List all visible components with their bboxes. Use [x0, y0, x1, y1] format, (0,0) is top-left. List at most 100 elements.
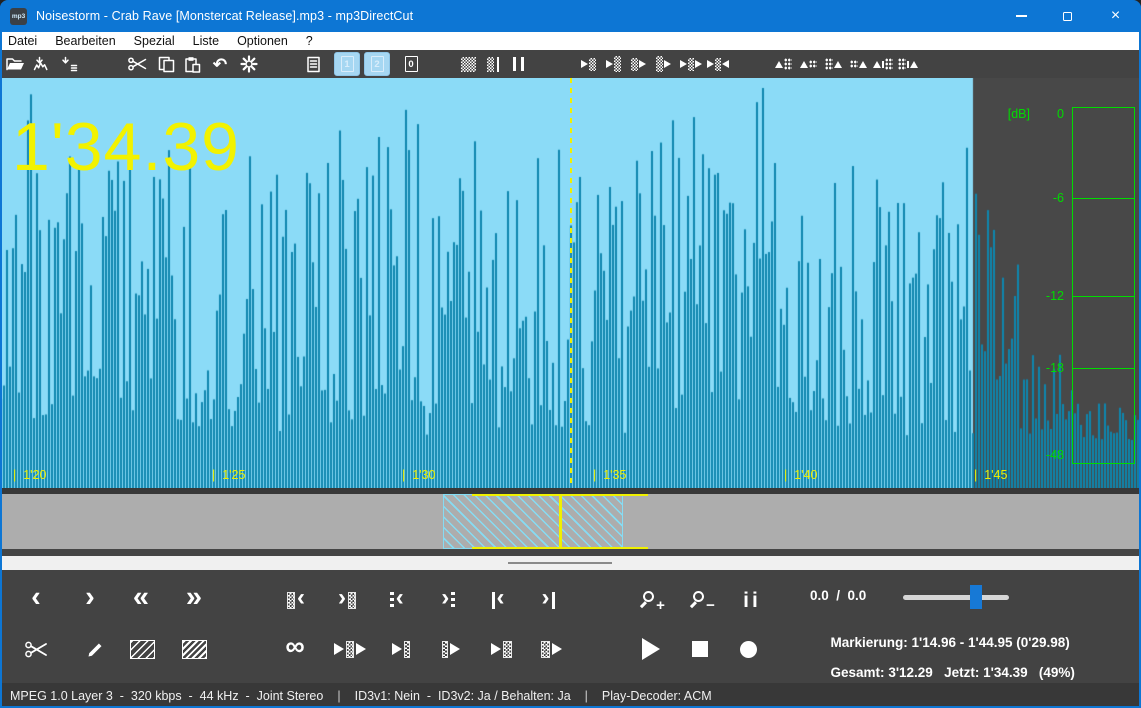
record-button[interactable]	[731, 632, 765, 666]
seek-forward-icon: »	[185, 580, 203, 613]
toolbar-move-selection-left-button[interactable]	[678, 52, 704, 76]
toolbar-undo-button[interactable]: ↶	[207, 52, 233, 76]
move-selection-right-icon	[707, 57, 729, 71]
fade-out-end-icon	[849, 60, 867, 68]
ruler-label-1m45: | 1'45	[974, 468, 1008, 482]
zoom-out-button[interactable]: −	[687, 583, 721, 617]
navigator-position-cursor[interactable]	[559, 494, 562, 549]
toolbar-cut-out-step-right-button[interactable]	[650, 52, 676, 76]
part-2-icon: 2	[370, 56, 384, 72]
toolbar-cut-out-step-left-button[interactable]	[625, 52, 651, 76]
toolbar-part-1-button[interactable]: 1	[334, 52, 360, 76]
app-icon: mp3	[10, 7, 27, 25]
marker-label: Markierung:	[830, 635, 908, 650]
loop-play-button[interactable]: ∞	[278, 632, 312, 666]
toolbar-level-view-coarse-button[interactable]	[480, 52, 506, 76]
step-back-button[interactable]: ‹	[19, 582, 53, 617]
toolbar-cut-in-step-right-button[interactable]	[600, 52, 626, 76]
playback-cursor	[570, 78, 572, 488]
file-properties-icon	[305, 56, 322, 73]
save-complete-audio-icon	[33, 56, 51, 72]
ruler-label-1m35: | 1'35	[593, 468, 627, 482]
file-navigator[interactable]	[0, 494, 1141, 549]
toolbar-fade-out-end-button[interactable]	[845, 52, 871, 76]
zoom-in-button[interactable]: +	[637, 583, 671, 617]
goto-cut-out-button[interactable]: ›	[330, 583, 364, 617]
toolbar-id3-tag-button[interactable]: 0	[398, 52, 424, 76]
play-from-cut-button[interactable]	[434, 632, 468, 666]
goto-end-icon: ›	[542, 586, 555, 612]
seek-forward-button[interactable]: »	[177, 580, 211, 617]
vu-meter-button[interactable]: ii	[735, 583, 769, 617]
waveform-area[interactable]: 1'34.39 | 1'20 | 1'25 | 1'30 | 1'35 | 1'40 | …	[0, 78, 1141, 488]
seek-back-button[interactable]: «	[124, 582, 158, 617]
toolbar-fade-in-end-button[interactable]	[795, 52, 821, 76]
toolbar-cut-button[interactable]	[124, 52, 150, 76]
db-unit-label: [dB]	[1007, 107, 1030, 121]
mark-cut-in-button[interactable]	[125, 632, 159, 666]
toolbar-level-view-fine-button[interactable]	[455, 52, 481, 76]
toolbar-move-selection-right-button[interactable]	[705, 52, 731, 76]
save-split-icon	[60, 56, 78, 72]
pause-detection-icon	[512, 57, 524, 71]
toolbar-gain-decrease-button[interactable]	[870, 52, 896, 76]
mark-cut-in-icon	[129, 639, 155, 659]
goto-start-button[interactable]: ‹	[481, 583, 515, 617]
next-pause-button[interactable]: ›	[431, 583, 465, 617]
current-time-display: 1'34.39	[12, 109, 240, 185]
edit-id3-button[interactable]	[78, 632, 112, 666]
cut-in-step-right-icon	[605, 56, 621, 72]
menu-item-bearbeiten[interactable]: Bearbeiten	[46, 32, 124, 50]
stop-icon	[692, 641, 708, 657]
toolbar-fade-out-begin-button[interactable]	[820, 52, 846, 76]
menu-item-liste[interactable]: Liste	[184, 32, 228, 50]
cut-icon	[127, 56, 147, 72]
zoom-in-icon: +	[643, 590, 665, 614]
close-button[interactable]: ×	[1090, 0, 1141, 32]
menu-item-hilfe[interactable]: ?	[297, 32, 322, 50]
toolbar-settings-button[interactable]	[236, 52, 262, 76]
play-around-cut-button[interactable]	[333, 632, 367, 666]
toolbar-file-properties-button[interactable]	[300, 52, 326, 76]
window-border-left	[0, 0, 2, 708]
speed-slider-track[interactable]	[903, 595, 1009, 600]
transport-panel: ‹ › « » ‹ › ‹ › ‹ › + − ii ∞ 0.0 / 0.0 Markierung: 1…	[0, 570, 1141, 683]
cut-selection-button[interactable]	[19, 632, 53, 666]
goto-cut-in-button[interactable]: ‹	[279, 583, 313, 617]
prev-pause-button[interactable]: ‹	[380, 583, 414, 617]
toolbar-part-2-button[interactable]: 2	[364, 52, 390, 76]
toolbar-paste-button[interactable]	[179, 52, 205, 76]
menu-item-datei[interactable]: Datei	[0, 32, 46, 50]
toolbar-pause-detection-button[interactable]	[505, 52, 531, 76]
menu-item-optionen[interactable]: Optionen	[228, 32, 297, 50]
speed-slider-handle[interactable]	[970, 585, 982, 609]
toolbar-save-complete-audio-button[interactable]	[29, 52, 55, 76]
mark-cut-out-button[interactable]	[177, 632, 211, 666]
db-gridline-1	[1072, 296, 1135, 297]
minimize-button[interactable]	[998, 0, 1044, 32]
id3-tag-icon: 0	[404, 56, 418, 72]
preplay-cut-in-button[interactable]	[484, 632, 518, 666]
toolbar-save-split-button[interactable]	[56, 52, 82, 76]
toolbar-open-file-button[interactable]	[2, 52, 28, 76]
postplay-cut-out-button[interactable]	[534, 632, 568, 666]
toolbar-gain-increase-button[interactable]	[895, 52, 921, 76]
step-forward-button[interactable]: ›	[73, 582, 107, 617]
play-button[interactable]	[634, 632, 668, 666]
cut-selection-icon	[24, 640, 48, 659]
app-window: mp3 Noisestorm - Crab Rave [Monstercat R…	[0, 0, 1141, 708]
toolbar-copy-button[interactable]	[153, 52, 179, 76]
separator-strip-2	[0, 549, 1141, 556]
toolbar-cut-in-step-left-button[interactable]	[575, 52, 601, 76]
stop-button[interactable]	[683, 632, 717, 666]
play-to-cut-button[interactable]	[384, 632, 418, 666]
maximize-button[interactable]	[1044, 0, 1090, 32]
toolbar-fade-in-begin-button[interactable]	[770, 52, 796, 76]
cut-out-step-left-icon	[630, 57, 646, 71]
menu-item-spezial[interactable]: Spezial	[125, 32, 184, 50]
navigator-selection-hatch[interactable]	[443, 494, 623, 549]
edit-id3-icon	[86, 640, 105, 659]
goto-end-button[interactable]: ›	[531, 583, 565, 617]
ruler-label-1m30: | 1'30	[402, 468, 436, 482]
splitter-handle[interactable]	[508, 562, 612, 564]
